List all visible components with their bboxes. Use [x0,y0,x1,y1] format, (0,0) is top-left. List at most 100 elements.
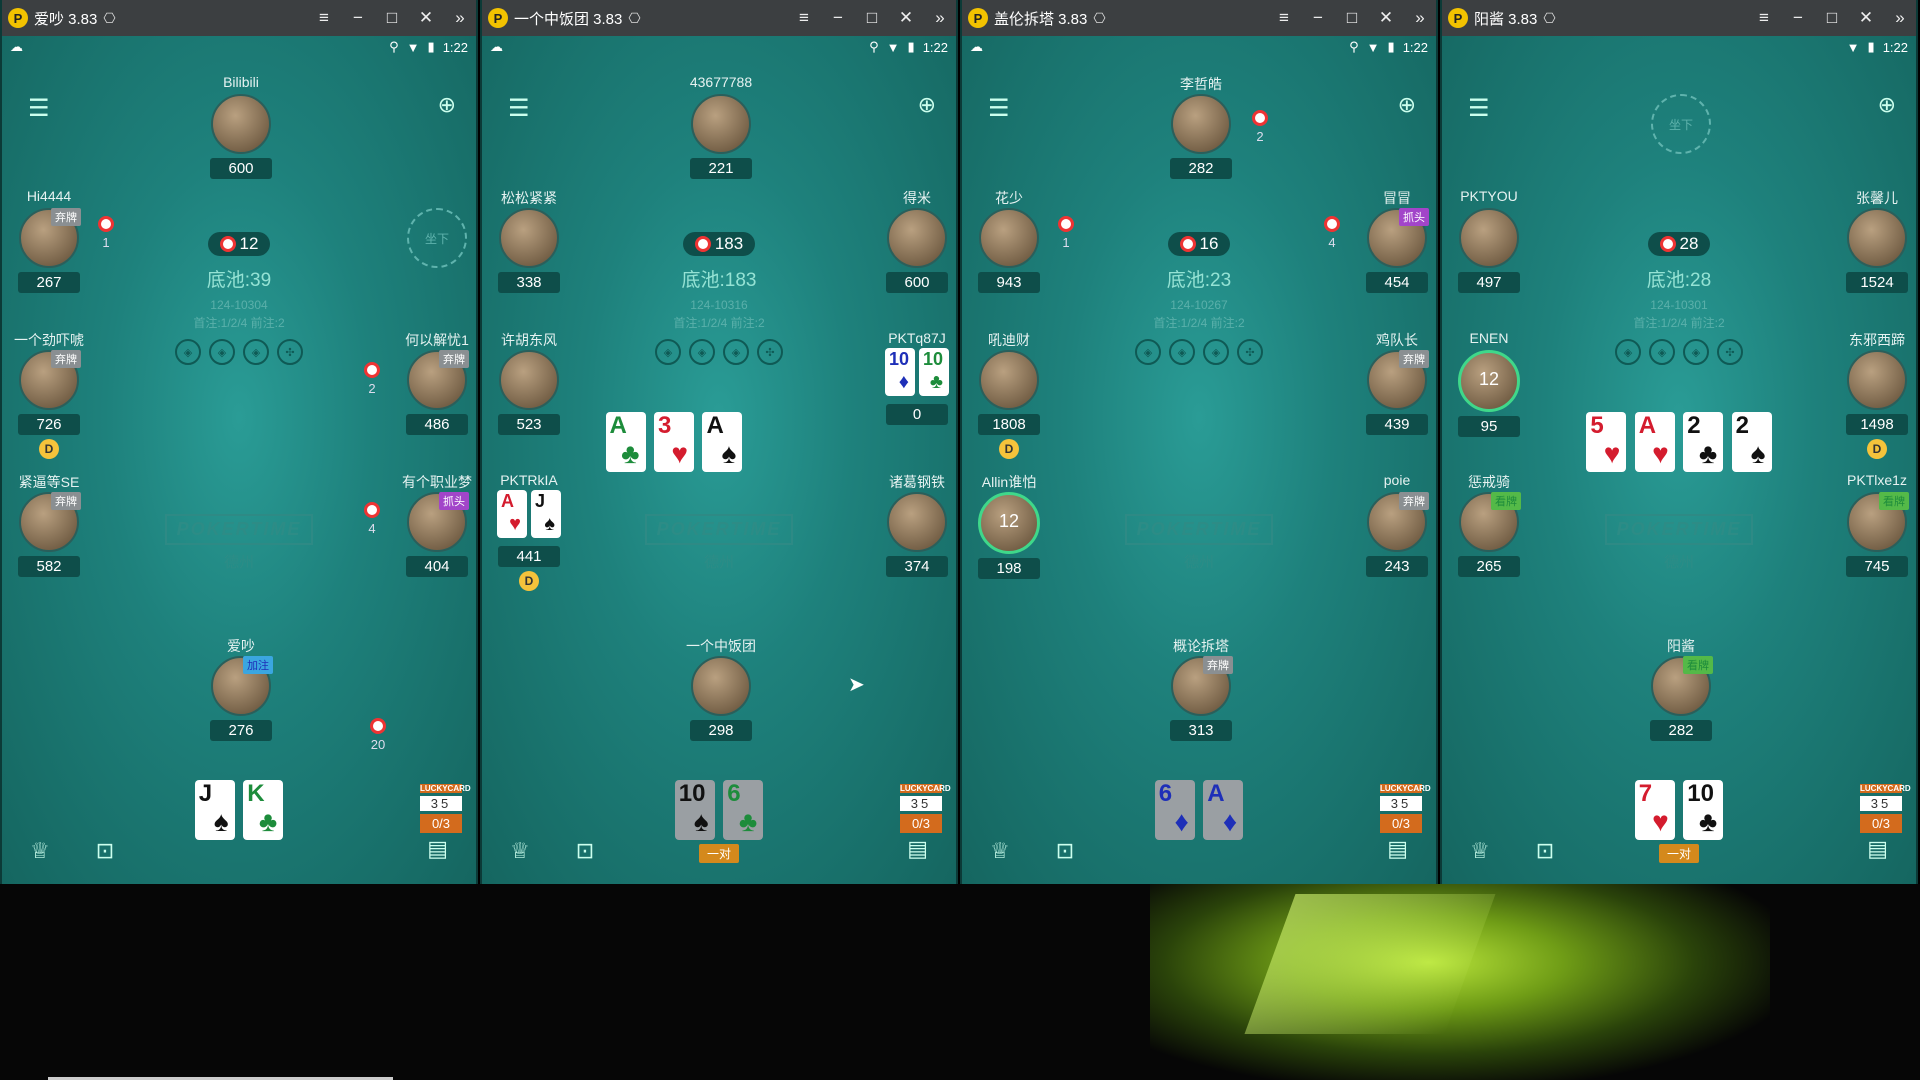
playing-card: 2 ♣ [1683,412,1724,472]
trophy-icon[interactable]: ♕ [1470,838,1490,864]
gamepad-icon[interactable]: ⎔ [1093,10,1105,27]
lucky-card-widget[interactable]: LUCKYCARD 35 0/3 [1860,784,1911,833]
close-icon[interactable]: ✕ [416,8,436,28]
expand-icon[interactable]: » [450,8,470,28]
chip-plus-icon[interactable]: ⊕ [918,92,936,118]
titlebar[interactable]: P 爱吵 3.83 ⎔ ≡ − □ ✕ » [2,0,476,36]
card-suit: ♣ [929,371,943,393]
brand-name: POKERTIME [164,514,314,545]
card-suit: ♣ [1698,438,1718,469]
seat-hero[interactable]: 一个中饭团 298 [676,636,766,741]
menu-icon[interactable]: ☰ [988,94,1010,123]
seat-top-empty[interactable]: 坐下 [1636,74,1726,154]
card-suit: ♥ [1603,438,1621,469]
hand-id: 124-10316 [690,298,748,312]
shield-icon: ◈ [655,339,681,365]
maximize-icon[interactable]: □ [382,8,402,28]
trophy-icon[interactable]: ♕ [990,838,1010,864]
card-suit: ♠ [213,806,229,837]
menu-icon[interactable]: ☰ [508,94,530,123]
clover-icon: ✣ [757,339,783,365]
hand-rank-badge: 一对 [698,844,739,863]
menu-icon[interactable]: ☰ [1468,94,1490,123]
gamepad-icon[interactable]: ⎔ [103,10,115,27]
hamburger-icon[interactable]: ≡ [1754,8,1774,28]
trophy-icon[interactable]: ♕ [30,838,50,864]
menu-icon[interactable]: ☰ [28,94,50,123]
minimize-icon[interactable]: − [1788,8,1808,28]
chat-icon[interactable]: ▤ [427,836,448,862]
lucky-numbers: 35 [1860,796,1902,811]
seat-hero[interactable]: 爱吵 加注 276 [196,636,286,741]
ai-icon[interactable]: ⊡ [576,838,594,864]
sit-down-button[interactable]: 坐下 [1651,94,1711,154]
seat-hero[interactable]: 概论拆塔 弃牌 313 [1156,636,1246,741]
card-rank: J [535,491,546,511]
close-icon[interactable]: ✕ [1856,8,1876,28]
hamburger-icon[interactable]: ≡ [1274,8,1294,28]
game-window-1: P 爱吵 3.83 ⎔ ≡ − □ ✕ » ☁ ⚲ ▼ ▮ 1:22 ☰ ⊕ Bili… [0,0,478,884]
ai-icon[interactable]: ⊡ [96,838,114,864]
playing-card: 10 ♠ [674,780,715,840]
gamepad-icon[interactable]: ⎔ [1543,10,1555,27]
player-name: Hi4444 [26,188,72,204]
bet-amount: 2 [368,381,376,396]
card-suit: ♦ [898,371,909,393]
seat-top[interactable]: 李哲皓 282 [1156,74,1246,179]
hamburger-icon[interactable]: ≡ [794,8,814,28]
minimize-icon[interactable]: − [828,8,848,28]
chip-plus-icon[interactable]: ⊕ [438,92,456,118]
playing-card: 3 ♥ [654,412,694,472]
expand-icon[interactable]: » [1410,8,1430,28]
hand-id: 124-10301 [1650,298,1708,312]
card-rank: 6 [727,780,741,807]
lucky-card-widget[interactable]: LUCKYCARD 35 0/3 [1380,784,1431,833]
titlebar[interactable]: P 阳酱 3.83 ⎔ ≡ − □ ✕ » [1442,0,1916,36]
titlebar[interactable]: P 盖伦拆塔 3.83 ⎔ ≡ − □ ✕ » [962,0,1436,36]
maximize-icon[interactable]: □ [862,8,882,28]
ai-icon[interactable]: ⊡ [1056,838,1074,864]
pot-chip-count: 28 [1679,234,1699,253]
status-badge: 看牌 [1491,492,1521,510]
player-name: 松松紧紧 [501,190,557,206]
card-rank: 3 [658,412,672,439]
expand-icon[interactable]: » [1890,8,1910,28]
close-icon[interactable]: ✕ [1376,8,1396,28]
maximize-icon[interactable]: □ [1822,8,1842,28]
lucky-card-widget[interactable]: LUCKYCARD 35 0/3 [900,784,951,833]
chat-icon[interactable]: ▤ [907,836,928,862]
pot-chip: 12 [207,232,271,256]
playing-card: A ♦ [1203,780,1244,840]
maximize-icon[interactable]: □ [1342,8,1362,28]
card-rank: A [1638,412,1657,439]
lucky-numbers: 35 [900,796,942,811]
chat-icon[interactable]: ▤ [1387,836,1408,862]
gamepad-icon[interactable]: ⎔ [628,10,640,27]
seat-top[interactable]: 43677788 221 [676,74,766,179]
window-title: 阳酱 3.83 [1474,10,1538,28]
status-badge: 弃牌 [1399,492,1429,510]
hamburger-icon[interactable]: ≡ [314,8,334,28]
card-rank: A [501,491,514,511]
chip-plus-icon[interactable]: ⊕ [1878,92,1896,118]
minimize-icon[interactable]: − [348,8,368,28]
player-name: 李哲皓 [1180,76,1222,92]
seat-hero[interactable]: 阳酱 看牌 282 [1636,636,1726,741]
ai-icon[interactable]: ⊡ [1536,838,1554,864]
close-icon[interactable]: ✕ [896,8,916,28]
minimize-icon[interactable]: − [1308,8,1328,28]
chat-icon[interactable]: ▤ [1867,836,1888,862]
trophy-icon[interactable]: ♕ [510,838,530,864]
shield-icon: ◈ [1169,339,1195,365]
chip-plus-icon[interactable]: ⊕ [1398,92,1416,118]
titlebar[interactable]: P 一个中饭团 3.83 ⎔ ≡ − □ ✕ » [482,0,956,36]
lucky-card-widget[interactable]: LUCKYCARD 35 0/3 [420,784,471,833]
card-suit: ♠ [721,438,737,469]
playing-card: 5 ♥ [1586,412,1627,472]
bet-amount: 2 [1256,129,1264,144]
lucky-title: LUCKYCARD [1860,784,1911,793]
seat-top[interactable]: Bilibili 600 [196,74,286,179]
dealer-button: D [39,439,59,459]
expand-icon[interactable]: » [930,8,950,28]
wifi-icon: ▼ [886,39,900,55]
